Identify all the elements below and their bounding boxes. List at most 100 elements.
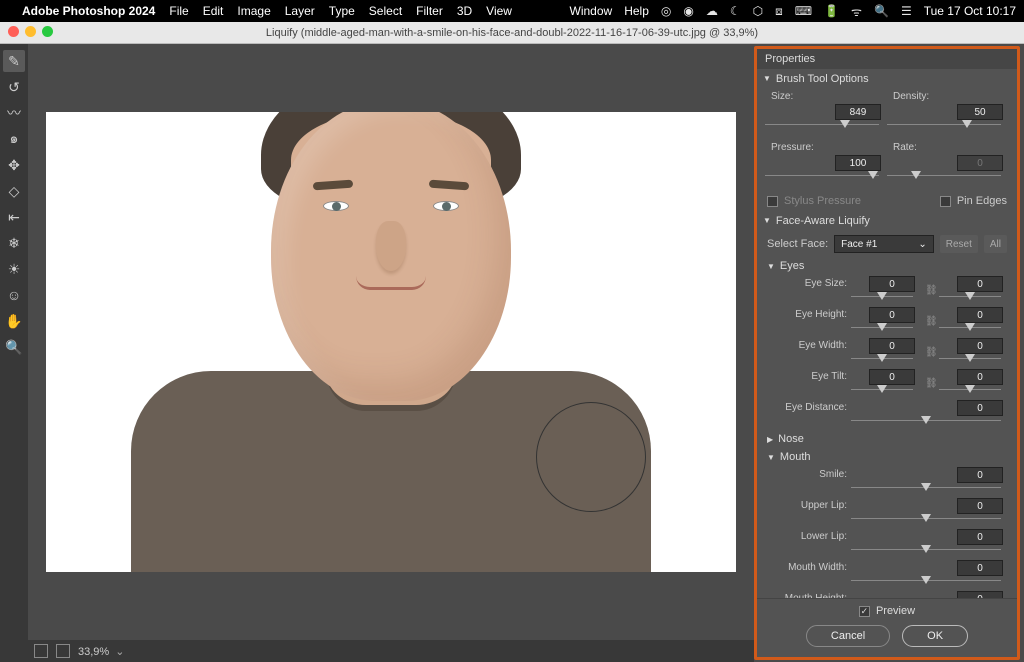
wifi-icon[interactable]: ᯤ	[851, 3, 862, 20]
select-face-dropdown[interactable]: Face #1⌄	[834, 235, 934, 253]
eyes-header[interactable]: Eyes	[757, 257, 1017, 275]
hand-tool[interactable]: ✋	[3, 310, 25, 332]
eye-right-slider[interactable]	[939, 292, 1001, 302]
menu-layer[interactable]: Layer	[285, 4, 315, 18]
mouth-input[interactable]: 0	[957, 467, 1003, 483]
cloud-icon[interactable]: ☁	[706, 4, 718, 18]
zoom-tool[interactable]: 🔍	[3, 336, 25, 358]
size-input[interactable]: 849	[835, 104, 881, 120]
density-slider[interactable]	[887, 120, 1001, 130]
face-aware-header[interactable]: Face-Aware Liquify	[757, 211, 1017, 231]
moon-icon[interactable]: ☾	[730, 4, 741, 18]
link-icon[interactable]: ⛓	[925, 345, 935, 358]
minimize-window-button[interactable]	[25, 26, 36, 37]
menu-view[interactable]: View	[486, 4, 512, 18]
mouth-slider[interactable]	[851, 483, 1001, 493]
push-left-tool[interactable]: ⇤	[3, 206, 25, 228]
reconstruct-tool[interactable]: ↺	[3, 76, 25, 98]
mouth-slider[interactable]	[851, 514, 1001, 524]
mouth-input[interactable]: 0	[957, 529, 1003, 545]
eye-left-input[interactable]: 0	[869, 369, 915, 385]
reset-button[interactable]: Reset	[940, 235, 978, 253]
menu-edit[interactable]: Edit	[203, 4, 224, 18]
eye-left-slider[interactable]	[851, 292, 913, 302]
smooth-tool[interactable]: 〰	[3, 102, 25, 124]
control-center-icon[interactable]: ☰	[901, 4, 912, 18]
brush-options-header[interactable]: Brush Tool Options	[757, 69, 1017, 89]
freeze-mask-tool[interactable]: ❄	[3, 232, 25, 254]
link-icon[interactable]: ⛓	[925, 314, 935, 327]
menu-select[interactable]: Select	[369, 4, 402, 18]
thaw-mask-tool[interactable]: ☀	[3, 258, 25, 280]
dropbox-icon[interactable]: ⧈	[775, 4, 783, 19]
mouth-slider[interactable]	[851, 576, 1001, 586]
clock[interactable]: Tue 17 Oct 10:17	[924, 4, 1016, 18]
mouth-header[interactable]: Mouth	[757, 448, 1017, 466]
face-tool[interactable]: ☺	[3, 284, 25, 306]
shield-icon[interactable]: ⬡	[753, 4, 763, 18]
eye-distance-slider[interactable]	[851, 416, 1001, 426]
eye-right-slider[interactable]	[939, 385, 1001, 395]
eye-row: Eye Size: 0 ⛓ 0	[757, 275, 1017, 306]
menu-help[interactable]: Help	[624, 4, 649, 18]
eye-left-slider[interactable]	[851, 354, 913, 364]
battery-icon[interactable]: 🔋	[824, 4, 839, 18]
canvas-area: 33,9%	[28, 44, 754, 662]
eye-right-input[interactable]: 0	[957, 338, 1003, 354]
all-button[interactable]: All	[984, 235, 1007, 253]
eye-right-input[interactable]: 0	[957, 276, 1003, 292]
pin-edges-checkbox[interactable]	[940, 196, 951, 207]
ok-button[interactable]: OK	[902, 625, 968, 647]
density-input[interactable]: 50	[957, 104, 1003, 120]
eye-left-input[interactable]: 0	[869, 276, 915, 292]
menu-image[interactable]: Image	[237, 4, 270, 18]
eye-left-slider[interactable]	[851, 385, 913, 395]
select-face-label: Select Face:	[767, 238, 828, 250]
pressure-input[interactable]: 100	[835, 155, 881, 171]
mouth-slider[interactable]	[851, 545, 1001, 555]
cancel-button[interactable]: Cancel	[806, 625, 890, 647]
twirl-tool[interactable]: ๑	[3, 128, 25, 150]
menu-3d[interactable]: 3D	[457, 4, 472, 18]
menu-window[interactable]: Window	[570, 4, 613, 18]
eye-left-input[interactable]: 0	[869, 307, 915, 323]
status-icon[interactable]: ◎	[661, 4, 671, 18]
view-actual-icon[interactable]	[56, 644, 70, 658]
mouth-input[interactable]: 0	[957, 498, 1003, 514]
eye-left-slider[interactable]	[851, 323, 913, 333]
menu-file[interactable]: File	[169, 4, 188, 18]
link-icon[interactable]: ⛓	[925, 283, 935, 296]
status-icon[interactable]: ◉	[683, 4, 693, 18]
menu-filter[interactable]: Filter	[416, 4, 443, 18]
eye-right-slider[interactable]	[939, 323, 1001, 333]
keyboard-icon[interactable]: ⌨	[795, 4, 812, 18]
search-icon[interactable]: 🔍	[874, 4, 889, 18]
eye-right-slider[interactable]	[939, 354, 1001, 364]
eye-distance-input[interactable]: 0	[957, 400, 1003, 416]
zoom-window-button[interactable]	[42, 26, 53, 37]
eye-left-input[interactable]: 0	[869, 338, 915, 354]
pucker-tool[interactable]: ✥	[3, 154, 25, 176]
link-icon[interactable]: ⛓	[925, 376, 935, 389]
eye-right-input[interactable]: 0	[957, 307, 1003, 323]
window-titlebar: Liquify (middle-aged-man-with-a-smile-on…	[0, 22, 1024, 44]
status-bar: 33,9%	[28, 640, 754, 662]
eye-right-input[interactable]: 0	[957, 369, 1003, 385]
rate-label: Rate:	[887, 142, 1009, 153]
size-slider[interactable]	[765, 120, 879, 130]
pressure-slider[interactable]	[765, 171, 879, 181]
app-name[interactable]: Adobe Photoshop 2024	[22, 4, 155, 18]
nose-header[interactable]: Nose	[757, 430, 1017, 448]
stylus-pressure-checkbox	[767, 196, 778, 207]
mouth-input[interactable]: 0	[957, 560, 1003, 576]
zoom-level[interactable]: 33,9%	[78, 645, 124, 658]
bloat-tool[interactable]: ◇	[3, 180, 25, 202]
menu-type[interactable]: Type	[329, 4, 355, 18]
mouth-row: Upper Lip: 0	[757, 497, 1017, 528]
close-window-button[interactable]	[8, 26, 19, 37]
view-fit-icon[interactable]	[34, 644, 48, 658]
forward-warp-tool[interactable]: ✎	[3, 50, 25, 72]
mouth-input[interactable]: 0	[957, 591, 1003, 598]
preview-checkbox[interactable]: ✓	[859, 606, 870, 617]
canvas[interactable]	[46, 112, 736, 572]
